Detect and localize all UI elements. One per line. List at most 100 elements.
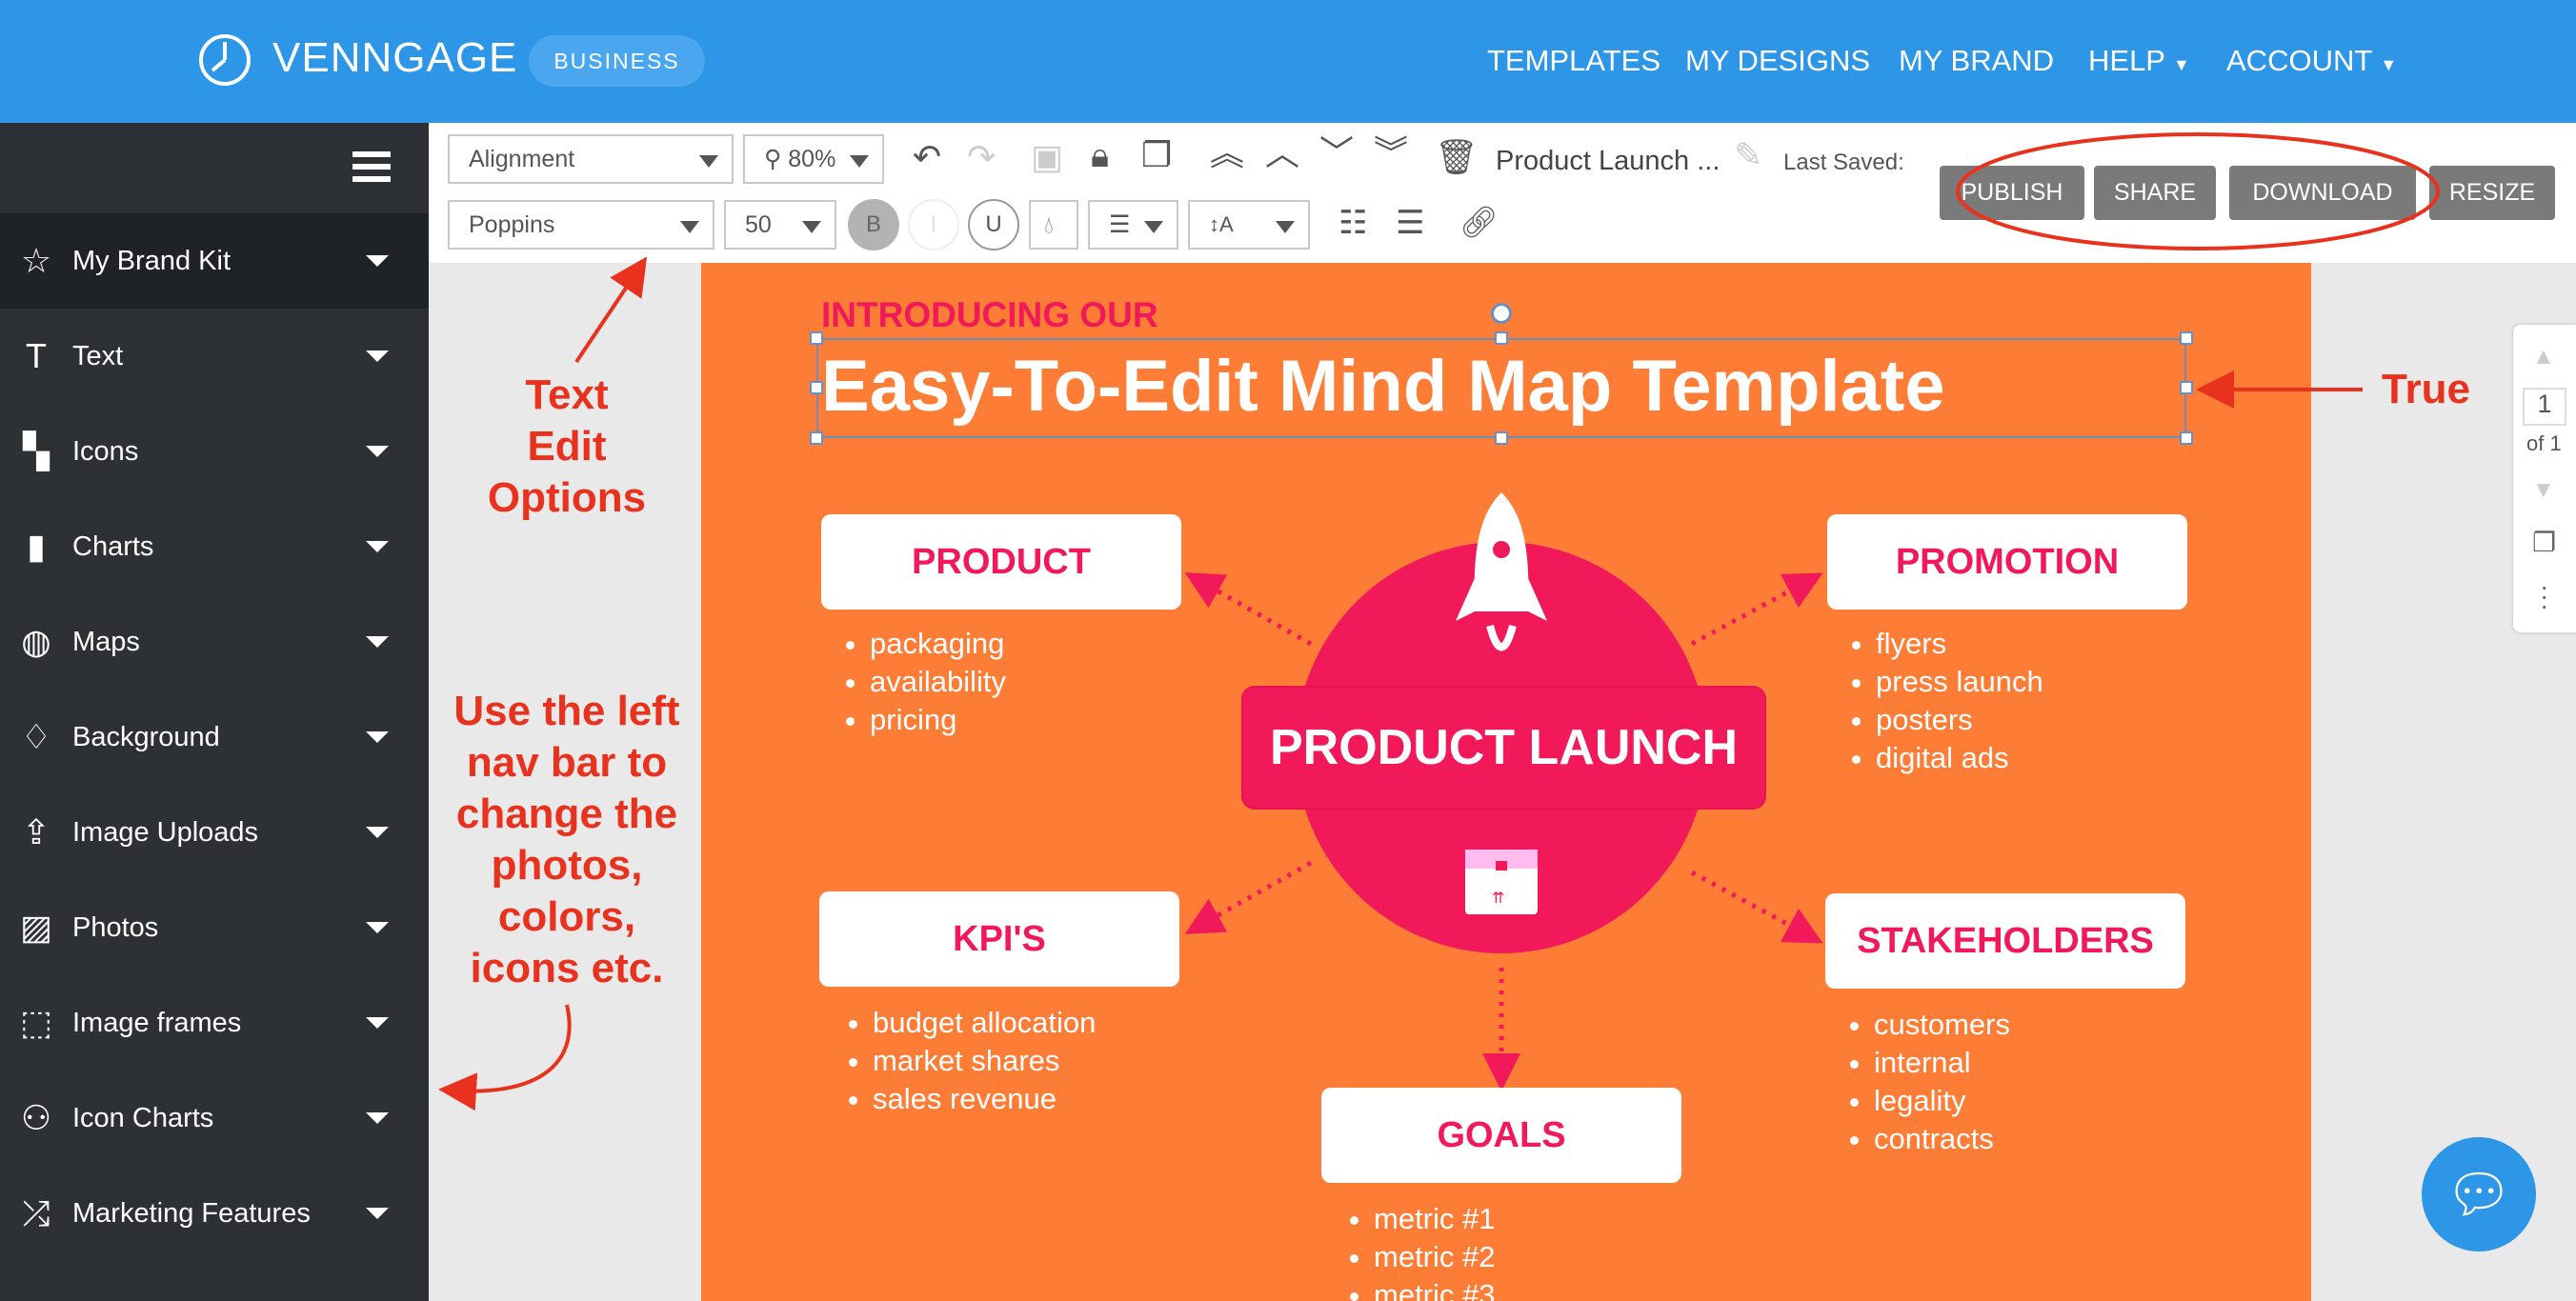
caret-down-icon[interactable] — [366, 1017, 389, 1029]
caret-down-icon[interactable] — [366, 827, 389, 838]
more-options-icon[interactable]: · · · — [2540, 573, 2548, 619]
center-label[interactable]: PRODUCT LAUNCH — [1243, 688, 1764, 808]
product-list[interactable]: packagingavailabilitypricing — [835, 625, 1006, 739]
nav-account[interactable]: ACCOUNT ▼ — [2226, 44, 2397, 78]
sidebar-item-charts[interactable]: ▮ Charts — [0, 499, 429, 594]
sidebar-item-background[interactable]: ♢ Background — [0, 690, 429, 785]
rotate-handle-icon[interactable] — [1491, 303, 1512, 324]
share-button[interactable]: SHARE — [2094, 166, 2216, 220]
font-size-dropdown[interactable]: 50 — [724, 200, 836, 250]
caret-down-icon[interactable] — [366, 541, 389, 552]
sidebar-item-text[interactable]: T Text — [0, 309, 429, 404]
trash-icon[interactable]: 🗑︎ — [1435, 140, 1479, 174]
undo-icon[interactable]: ↶ — [913, 140, 941, 174]
nav-help[interactable]: HELP ▼ — [2088, 44, 2190, 78]
group-icon[interactable]: ▣ — [1031, 140, 1063, 174]
bullet-list-icon[interactable]: ☰ — [1396, 207, 1424, 239]
lock-icon[interactable]: 🔒︎ — [1091, 138, 1109, 172]
sidebar-item-label: Text — [72, 340, 124, 371]
sidebar-item-image-uploads[interactable]: ⇪ Image Uploads — [0, 785, 429, 880]
line-height-icon: ↕A — [1209, 212, 1234, 236]
sidebar-item-icons[interactable]: ▚ Icons — [0, 404, 429, 499]
caret-down-icon[interactable] — [366, 1112, 389, 1124]
goals-list[interactable]: metric #1metric #2metric #3 — [1339, 1200, 1495, 1301]
bring-forward-icon[interactable]: ︿ — [1265, 136, 1299, 170]
sidebar-item-icon-charts[interactable]: ⚇ Icon Charts — [0, 1071, 429, 1166]
duplicate-icon[interactable]: ❐ — [1141, 138, 1172, 172]
text-color-button[interactable]: 💧︎ — [1029, 200, 1078, 250]
frame-icon: ⬚ — [19, 1003, 52, 1042]
alignment-dropdown[interactable]: Alignment — [448, 134, 734, 184]
kicker-text[interactable]: INTRODUCING OUR — [821, 295, 1158, 335]
caret-down-icon[interactable] — [366, 731, 389, 743]
bring-to-front-icon[interactable]: ︽ — [1210, 136, 1244, 170]
link-icon[interactable]: 🔗︎ — [1459, 207, 1499, 237]
search-icon: ⚲ — [764, 146, 789, 172]
top-header: VENNGAGE BUSINESS TEMPLATES MY DESIGNS M… — [0, 0, 2576, 123]
caret-down-icon[interactable] — [366, 636, 389, 648]
caret-down-icon: ▼ — [2173, 55, 2190, 74]
sidebar-item-marketing-features[interactable]: ⤮ Marketing Features — [0, 1166, 429, 1261]
nav-my-brand[interactable]: MY BRAND — [1899, 44, 2054, 78]
sidebar-item-maps[interactable]: ◍ Maps — [0, 594, 429, 690]
publish-button[interactable]: PUBLISH — [1940, 166, 2084, 220]
edit-title-icon[interactable]: ✎ — [1734, 138, 1762, 172]
sidebar-item-photos[interactable]: ▨ Photos — [0, 880, 429, 975]
copy-page-icon[interactable]: ❐ — [2532, 527, 2556, 558]
download-button[interactable]: DOWNLOAD — [2229, 166, 2416, 220]
text-icon: T — [26, 336, 47, 375]
page-count: of 1 — [2526, 431, 2562, 455]
svg-text:⇈: ⇈ — [1492, 891, 1504, 907]
send-to-back-icon[interactable]: ︾ — [1374, 136, 1408, 170]
shuffle-icon: ⤮ — [22, 1192, 50, 1232]
node-stakeholders[interactable]: STAKEHOLDERS — [1825, 893, 2185, 989]
prev-page-icon[interactable]: ▲ — [2532, 344, 2555, 370]
color-drop-icon: 💧︎ — [1044, 210, 1055, 238]
bold-button[interactable]: B — [848, 199, 899, 250]
text-align-dropdown[interactable]: ☰ — [1088, 200, 1178, 250]
caret-down-icon[interactable] — [366, 446, 389, 457]
venngage-logo-icon[interactable] — [197, 32, 252, 88]
caret-down-icon[interactable] — [366, 1208, 389, 1219]
promotion-list[interactable]: flyerspress launchpostersdigital ads — [1841, 625, 2043, 777]
node-promotion[interactable]: PROMOTION — [1827, 514, 2187, 610]
design-canvas[interactable]: INTRODUCING OUR Easy-To-Edit Mind Map Te… — [701, 263, 2311, 1301]
drop-icon: ♢ — [20, 717, 52, 756]
page-number-input[interactable]: 1 — [2523, 388, 2566, 426]
redo-icon[interactable]: ↷ — [967, 140, 996, 174]
line-height-dropdown[interactable]: ↕A — [1188, 200, 1310, 250]
photo-icon: ▨ — [19, 908, 52, 947]
sidebar-item-label: Marketing Features — [72, 1197, 311, 1229]
send-backward-icon[interactable]: ﹀ — [1319, 136, 1354, 170]
caret-down-icon[interactable] — [366, 350, 389, 362]
design-title[interactable]: Easy-To-Edit Mind Map Template — [821, 345, 1944, 428]
rocket-icon — [1456, 492, 1547, 651]
upload-icon: ⇪ — [21, 812, 51, 851]
alignment-label: Alignment — [469, 145, 575, 172]
next-page-icon[interactable]: ▼ — [2532, 477, 2555, 504]
nav-my-designs[interactable]: MY DESIGNS — [1685, 44, 1870, 78]
nav-templates[interactable]: TEMPLATES — [1487, 44, 1660, 78]
kpis-list[interactable]: budget allocationmarket sharessales reve… — [838, 1004, 1096, 1118]
sidebar-item-my-brand-kit[interactable]: ☆ My Brand Kit — [0, 213, 429, 309]
resize-button[interactable]: RESIZE — [2429, 166, 2555, 220]
node-product[interactable]: PRODUCT — [821, 514, 1181, 610]
node-kpis[interactable]: KPI'S — [819, 891, 1179, 987]
stakeholders-list[interactable]: customersinternallegalitycontracts — [1840, 1006, 2010, 1158]
numbered-list-icon[interactable]: ☷ — [1338, 207, 1367, 239]
node-goals[interactable]: GOALS — [1321, 1088, 1681, 1183]
font-family-dropdown[interactable]: Poppins — [448, 200, 714, 250]
zoom-value: 80% — [788, 145, 836, 172]
italic-button[interactable]: I — [908, 199, 959, 250]
chat-bubble-icon[interactable]: 💬︎ — [2422, 1137, 2536, 1251]
nav-account-label: ACCOUNT — [2226, 44, 2372, 77]
hamburger-menu-icon[interactable] — [352, 151, 391, 182]
caret-down-icon[interactable] — [366, 255, 389, 267]
underline-button[interactable]: U — [968, 199, 1019, 250]
sidebar-item-image-frames[interactable]: ⬚ Image frames — [0, 975, 429, 1071]
page-navigator: ▲ 1 of 1 ▼ ❐ · · · — [2513, 325, 2576, 632]
brand-name[interactable]: VENNGAGE — [272, 34, 517, 82]
caret-down-icon[interactable] — [366, 922, 389, 933]
zoom-dropdown[interactable]: ⚲ 80% — [743, 134, 884, 184]
document-title[interactable]: Product Launch ... — [1496, 146, 1720, 177]
